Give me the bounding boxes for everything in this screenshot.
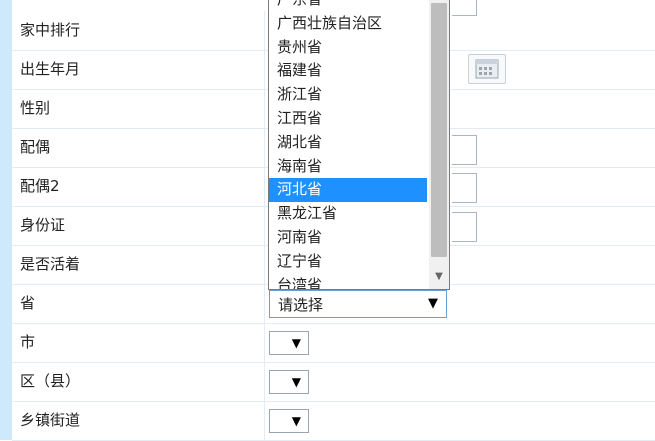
option-jiangxi[interactable]: 江西省: [269, 107, 427, 131]
column-divider: [264, 50, 265, 89]
column-divider: [264, 89, 265, 128]
province-select[interactable]: 请选择 ▼: [269, 290, 447, 318]
option-hebei[interactable]: 河北省: [269, 178, 427, 203]
province-select-value: 请选择: [278, 296, 324, 314]
column-divider: [264, 206, 265, 245]
label-gender: 性别: [20, 99, 51, 117]
option-guizhou[interactable]: 贵州省: [269, 36, 427, 60]
option-taiwan[interactable]: 台湾省: [269, 274, 427, 289]
label-family-rank: 家中排行: [20, 21, 81, 39]
calendar-button[interactable]: [468, 54, 506, 84]
option-hubei[interactable]: 湖北省: [269, 131, 427, 155]
column-divider: [264, 167, 265, 206]
town-select[interactable]: ▼: [269, 409, 309, 433]
option-guangxi[interactable]: 广西壮族自治区: [269, 12, 427, 36]
row-city: 市: [12, 323, 655, 363]
province-dropdown-list[interactable]: 广东省 广西壮族自治区 贵州省 福建省 浙江省 江西省 湖北省 海南省 河北省 …: [268, 0, 450, 290]
label-id-card: 身份证: [20, 216, 66, 234]
district-select[interactable]: ▼: [269, 370, 309, 394]
column-divider: [264, 362, 265, 401]
family-rank-input[interactable]: [452, 0, 477, 16]
option-liaoning[interactable]: 辽宁省: [269, 250, 427, 274]
form-table: 家中排行 出生年月 性别 配偶 配偶2 身份证 是否活着 省 市 区（县） 乡镇…: [12, 0, 655, 441]
column-divider: [264, 284, 265, 323]
label-is-alive: 是否活着: [20, 255, 81, 273]
column-divider: [264, 11, 265, 50]
option-hainan[interactable]: 海南省: [269, 155, 427, 179]
label-spouse2: 配偶2: [20, 177, 60, 195]
city-select[interactable]: ▼: [269, 331, 309, 355]
dropdown-scrollbar[interactable]: ▼: [429, 0, 449, 289]
label-district: 区（县）: [20, 372, 81, 390]
chevron-down-icon: ▼: [428, 296, 438, 311]
id-card-input[interactable]: [452, 212, 477, 242]
row-town: 乡镇街道: [12, 401, 655, 441]
spouse2-input[interactable]: [452, 173, 477, 203]
column-divider: [264, 128, 265, 167]
column-divider: [264, 245, 265, 284]
label-city: 市: [20, 333, 36, 351]
option-guangdong[interactable]: 广东省: [269, 0, 427, 12]
chevron-down-icon: ▼: [291, 375, 301, 389]
chevron-down-icon: ▼: [291, 414, 301, 428]
chevron-down-icon: ▼: [291, 336, 301, 350]
label-spouse: 配偶: [20, 138, 51, 156]
label-province: 省: [20, 294, 36, 312]
row-district: 区（县）: [12, 362, 655, 402]
option-henan[interactable]: 河南省: [269, 226, 427, 250]
column-divider: [264, 401, 265, 440]
option-heilongjiang[interactable]: 黑龙江省: [269, 202, 427, 226]
label-town: 乡镇街道: [20, 411, 81, 429]
left-sidebar-strip: [0, 0, 12, 440]
option-fujian[interactable]: 福建省: [269, 59, 427, 83]
scrollbar-thumb[interactable]: [431, 3, 447, 257]
spouse-input[interactable]: [452, 135, 477, 165]
scroll-down-arrow-icon[interactable]: ▼: [429, 270, 449, 284]
label-birth-date: 出生年月: [20, 60, 81, 78]
column-divider: [264, 323, 265, 362]
province-options: 广东省 广西壮族自治区 贵州省 福建省 浙江省 江西省 湖北省 海南省 河北省 …: [269, 0, 427, 289]
option-zhejiang[interactable]: 浙江省: [269, 83, 427, 107]
